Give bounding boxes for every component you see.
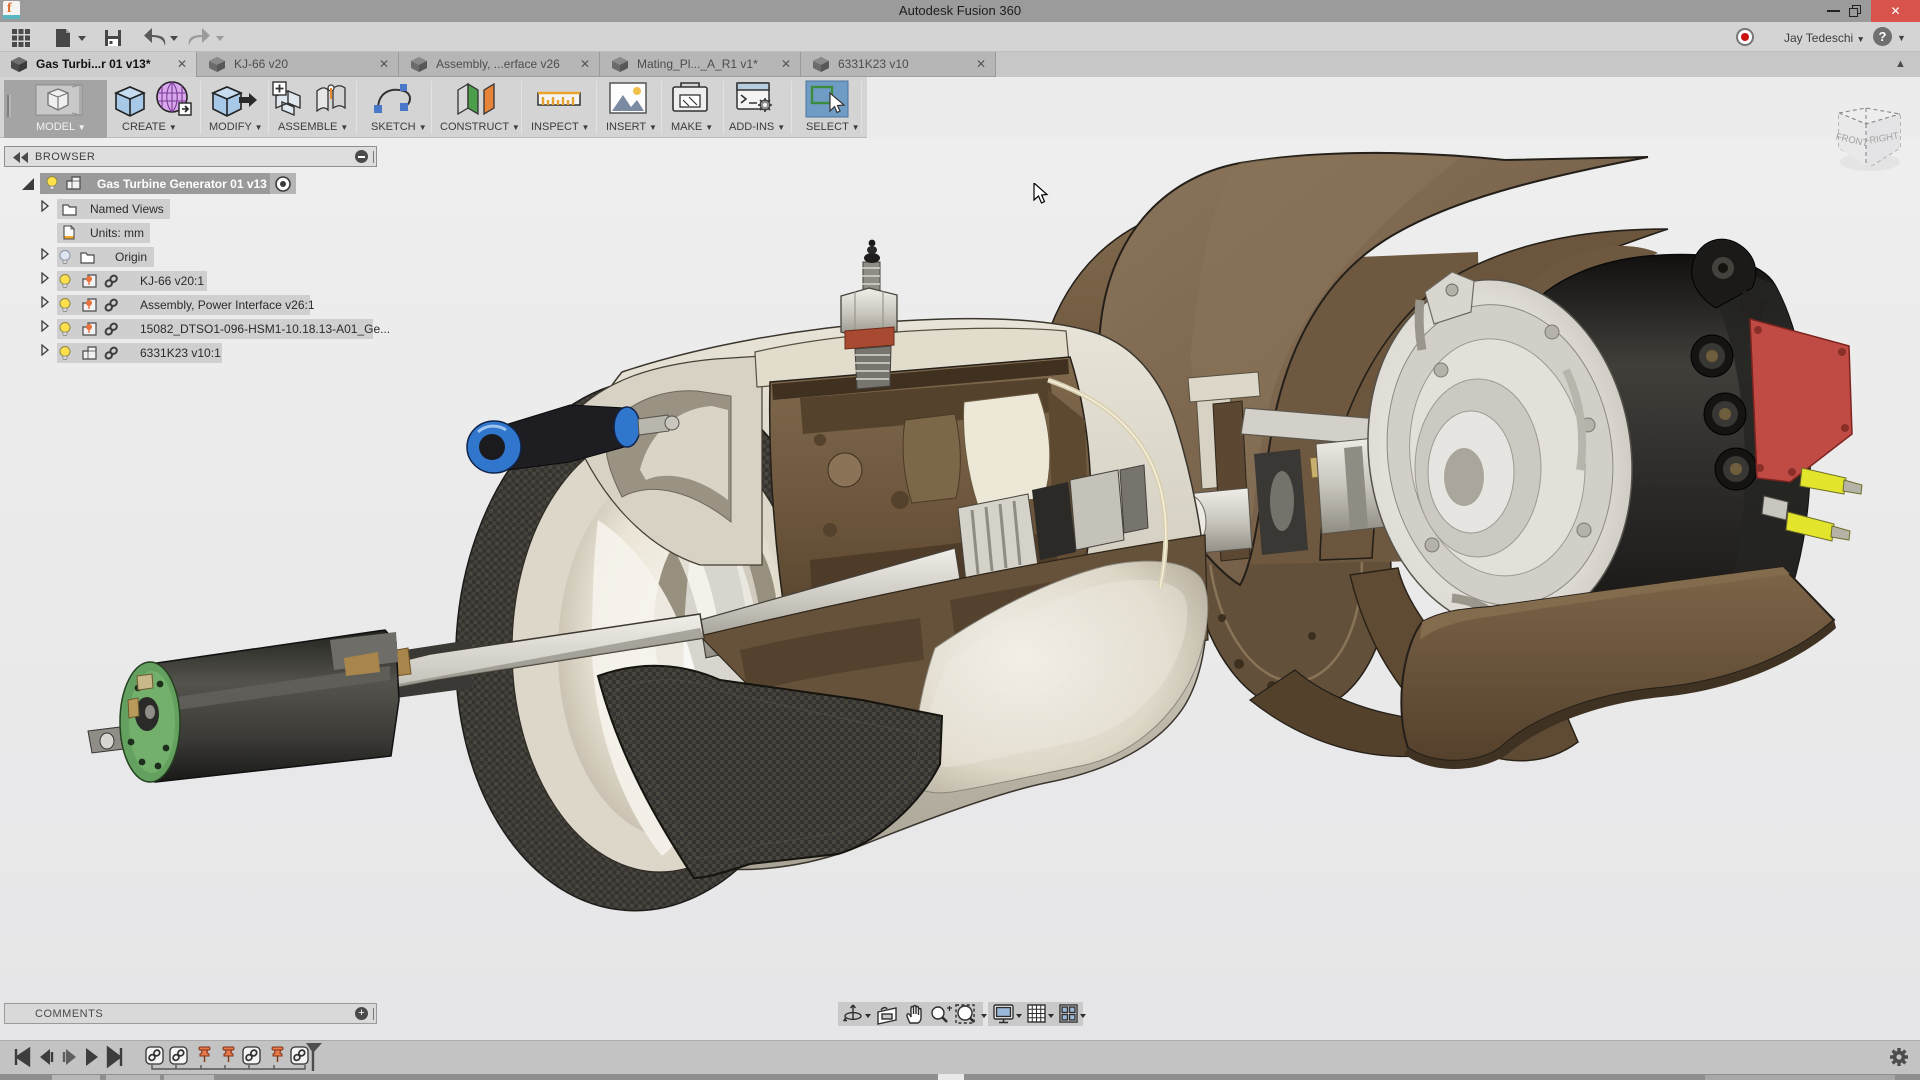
svg-text:Units: mm: Units: mm xyxy=(90,226,144,240)
svg-text:15082_DTSO1-096-HSM1-10.18.13-: 15082_DTSO1-096-HSM1-10.18.13-A01_Ge... xyxy=(140,322,390,336)
svg-text:Origin: Origin xyxy=(115,250,147,264)
svg-text:KJ-66 v20:1: KJ-66 v20:1 xyxy=(140,274,204,288)
svg-text:Named Views: Named Views xyxy=(90,202,164,216)
svg-text:Gas Turbine Generator 01 v13: Gas Turbine Generator 01 v13 xyxy=(97,177,267,191)
svg-text:6331K23 v10:1: 6331K23 v10:1 xyxy=(140,346,221,360)
svg-text:Assembly, Power Interface v26:: Assembly, Power Interface v26:1 xyxy=(140,298,315,312)
